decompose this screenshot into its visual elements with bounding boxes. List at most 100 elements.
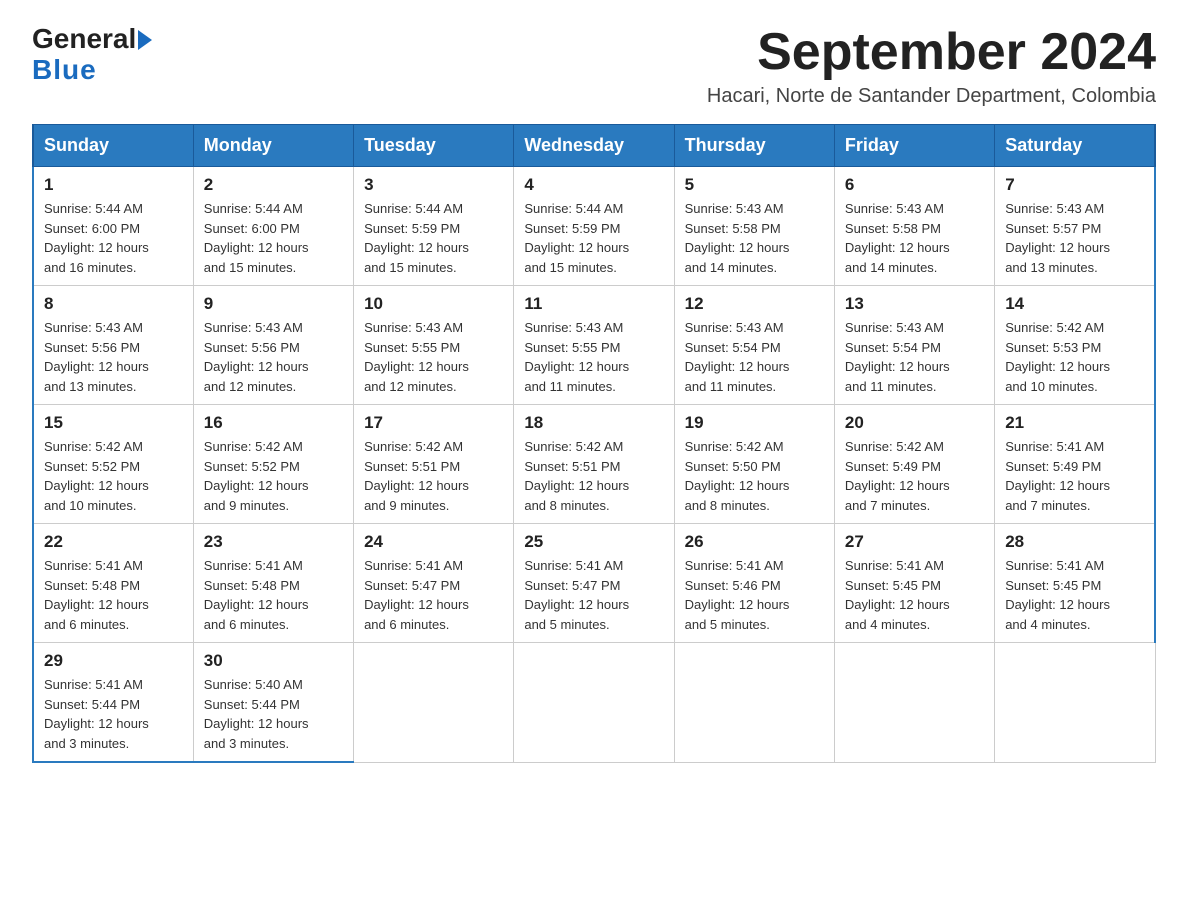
- day-number: 7: [1005, 175, 1144, 195]
- day-number: 30: [204, 651, 343, 671]
- day-info: Sunrise: 5:43 AMSunset: 5:54 PMDaylight:…: [685, 320, 790, 394]
- day-number: 10: [364, 294, 503, 314]
- cell-week4-day0: 22 Sunrise: 5:41 AMSunset: 5:48 PMDaylig…: [33, 524, 193, 643]
- day-info: Sunrise: 5:41 AMSunset: 5:48 PMDaylight:…: [44, 558, 149, 632]
- day-number: 6: [845, 175, 984, 195]
- cell-week3-day4: 19 Sunrise: 5:42 AMSunset: 5:50 PMDaylig…: [674, 405, 834, 524]
- col-sunday: Sunday: [33, 125, 193, 167]
- cell-week1-day6: 7 Sunrise: 5:43 AMSunset: 5:57 PMDayligh…: [995, 167, 1155, 286]
- day-number: 9: [204, 294, 343, 314]
- day-info: Sunrise: 5:41 AMSunset: 5:45 PMDaylight:…: [845, 558, 950, 632]
- title-block: September 2024 Hacari, Norte de Santande…: [707, 24, 1156, 108]
- cell-week4-day1: 23 Sunrise: 5:41 AMSunset: 5:48 PMDaylig…: [193, 524, 353, 643]
- header-row: Sunday Monday Tuesday Wednesday Thursday…: [33, 125, 1155, 167]
- day-info: Sunrise: 5:42 AMSunset: 5:51 PMDaylight:…: [364, 439, 469, 513]
- cell-week1-day0: 1 Sunrise: 5:44 AMSunset: 6:00 PMDayligh…: [33, 167, 193, 286]
- logo: General Blue: [32, 24, 152, 86]
- cell-week4-day3: 25 Sunrise: 5:41 AMSunset: 5:47 PMDaylig…: [514, 524, 674, 643]
- day-number: 2: [204, 175, 343, 195]
- cell-week5-day2: [354, 643, 514, 763]
- day-info: Sunrise: 5:44 AMSunset: 5:59 PMDaylight:…: [524, 201, 629, 275]
- day-info: Sunrise: 5:44 AMSunset: 5:59 PMDaylight:…: [364, 201, 469, 275]
- day-info: Sunrise: 5:42 AMSunset: 5:53 PMDaylight:…: [1005, 320, 1110, 394]
- day-number: 8: [44, 294, 183, 314]
- day-info: Sunrise: 5:43 AMSunset: 5:55 PMDaylight:…: [364, 320, 469, 394]
- cell-week1-day4: 5 Sunrise: 5:43 AMSunset: 5:58 PMDayligh…: [674, 167, 834, 286]
- logo-text-blue: Blue: [32, 55, 97, 86]
- day-number: 19: [685, 413, 824, 433]
- cell-week3-day0: 15 Sunrise: 5:42 AMSunset: 5:52 PMDaylig…: [33, 405, 193, 524]
- day-number: 13: [845, 294, 984, 314]
- cell-week1-day2: 3 Sunrise: 5:44 AMSunset: 5:59 PMDayligh…: [354, 167, 514, 286]
- cell-week2-day2: 10 Sunrise: 5:43 AMSunset: 5:55 PMDaylig…: [354, 286, 514, 405]
- day-number: 27: [845, 532, 984, 552]
- day-info: Sunrise: 5:44 AMSunset: 6:00 PMDaylight:…: [204, 201, 309, 275]
- cell-week5-day1: 30 Sunrise: 5:40 AMSunset: 5:44 PMDaylig…: [193, 643, 353, 763]
- cell-week1-day3: 4 Sunrise: 5:44 AMSunset: 5:59 PMDayligh…: [514, 167, 674, 286]
- day-number: 26: [685, 532, 824, 552]
- day-info: Sunrise: 5:43 AMSunset: 5:58 PMDaylight:…: [845, 201, 950, 275]
- col-tuesday: Tuesday: [354, 125, 514, 167]
- logo-general: General: [32, 24, 152, 55]
- cell-week2-day4: 12 Sunrise: 5:43 AMSunset: 5:54 PMDaylig…: [674, 286, 834, 405]
- week-row-2: 8 Sunrise: 5:43 AMSunset: 5:56 PMDayligh…: [33, 286, 1155, 405]
- day-number: 16: [204, 413, 343, 433]
- day-info: Sunrise: 5:43 AMSunset: 5:58 PMDaylight:…: [685, 201, 790, 275]
- day-info: Sunrise: 5:44 AMSunset: 6:00 PMDaylight:…: [44, 201, 149, 275]
- cell-week1-day1: 2 Sunrise: 5:44 AMSunset: 6:00 PMDayligh…: [193, 167, 353, 286]
- day-number: 29: [44, 651, 183, 671]
- cell-week2-day6: 14 Sunrise: 5:42 AMSunset: 5:53 PMDaylig…: [995, 286, 1155, 405]
- col-wednesday: Wednesday: [514, 125, 674, 167]
- day-info: Sunrise: 5:43 AMSunset: 5:55 PMDaylight:…: [524, 320, 629, 394]
- day-number: 17: [364, 413, 503, 433]
- cell-week5-day6: [995, 643, 1155, 763]
- day-info: Sunrise: 5:42 AMSunset: 5:49 PMDaylight:…: [845, 439, 950, 513]
- day-number: 15: [44, 413, 183, 433]
- day-info: Sunrise: 5:42 AMSunset: 5:50 PMDaylight:…: [685, 439, 790, 513]
- cell-week3-day2: 17 Sunrise: 5:42 AMSunset: 5:51 PMDaylig…: [354, 405, 514, 524]
- cell-week5-day3: [514, 643, 674, 763]
- day-info: Sunrise: 5:41 AMSunset: 5:48 PMDaylight:…: [204, 558, 309, 632]
- cell-week5-day0: 29 Sunrise: 5:41 AMSunset: 5:44 PMDaylig…: [33, 643, 193, 763]
- calendar-title: September 2024: [707, 24, 1156, 81]
- cell-week4-day2: 24 Sunrise: 5:41 AMSunset: 5:47 PMDaylig…: [354, 524, 514, 643]
- col-saturday: Saturday: [995, 125, 1155, 167]
- cell-week4-day5: 27 Sunrise: 5:41 AMSunset: 5:45 PMDaylig…: [834, 524, 994, 643]
- day-number: 11: [524, 294, 663, 314]
- day-info: Sunrise: 5:43 AMSunset: 5:57 PMDaylight:…: [1005, 201, 1110, 275]
- day-info: Sunrise: 5:43 AMSunset: 5:54 PMDaylight:…: [845, 320, 950, 394]
- col-thursday: Thursday: [674, 125, 834, 167]
- day-number: 24: [364, 532, 503, 552]
- day-info: Sunrise: 5:41 AMSunset: 5:46 PMDaylight:…: [685, 558, 790, 632]
- cell-week5-day5: [834, 643, 994, 763]
- day-number: 23: [204, 532, 343, 552]
- cell-week1-day5: 6 Sunrise: 5:43 AMSunset: 5:58 PMDayligh…: [834, 167, 994, 286]
- week-row-1: 1 Sunrise: 5:44 AMSunset: 6:00 PMDayligh…: [33, 167, 1155, 286]
- calendar-subtitle: Hacari, Norte de Santander Department, C…: [707, 85, 1156, 108]
- day-number: 25: [524, 532, 663, 552]
- page-header: General Blue September 2024 Hacari, Nort…: [32, 24, 1156, 108]
- day-info: Sunrise: 5:43 AMSunset: 5:56 PMDaylight:…: [204, 320, 309, 394]
- week-row-3: 15 Sunrise: 5:42 AMSunset: 5:52 PMDaylig…: [33, 405, 1155, 524]
- day-info: Sunrise: 5:41 AMSunset: 5:47 PMDaylight:…: [524, 558, 629, 632]
- week-row-5: 29 Sunrise: 5:41 AMSunset: 5:44 PMDaylig…: [33, 643, 1155, 763]
- logo-arrow-icon: [138, 30, 152, 50]
- day-number: 22: [44, 532, 183, 552]
- day-number: 4: [524, 175, 663, 195]
- day-info: Sunrise: 5:42 AMSunset: 5:51 PMDaylight:…: [524, 439, 629, 513]
- day-number: 28: [1005, 532, 1144, 552]
- day-number: 18: [524, 413, 663, 433]
- logo-text-general: General: [32, 24, 136, 55]
- cell-week2-day3: 11 Sunrise: 5:43 AMSunset: 5:55 PMDaylig…: [514, 286, 674, 405]
- cell-week3-day6: 21 Sunrise: 5:41 AMSunset: 5:49 PMDaylig…: [995, 405, 1155, 524]
- day-number: 20: [845, 413, 984, 433]
- cell-week3-day1: 16 Sunrise: 5:42 AMSunset: 5:52 PMDaylig…: [193, 405, 353, 524]
- week-row-4: 22 Sunrise: 5:41 AMSunset: 5:48 PMDaylig…: [33, 524, 1155, 643]
- cell-week4-day4: 26 Sunrise: 5:41 AMSunset: 5:46 PMDaylig…: [674, 524, 834, 643]
- cell-week3-day5: 20 Sunrise: 5:42 AMSunset: 5:49 PMDaylig…: [834, 405, 994, 524]
- day-info: Sunrise: 5:41 AMSunset: 5:47 PMDaylight:…: [364, 558, 469, 632]
- cell-week3-day3: 18 Sunrise: 5:42 AMSunset: 5:51 PMDaylig…: [514, 405, 674, 524]
- day-info: Sunrise: 5:41 AMSunset: 5:45 PMDaylight:…: [1005, 558, 1110, 632]
- day-number: 21: [1005, 413, 1144, 433]
- day-info: Sunrise: 5:40 AMSunset: 5:44 PMDaylight:…: [204, 677, 309, 751]
